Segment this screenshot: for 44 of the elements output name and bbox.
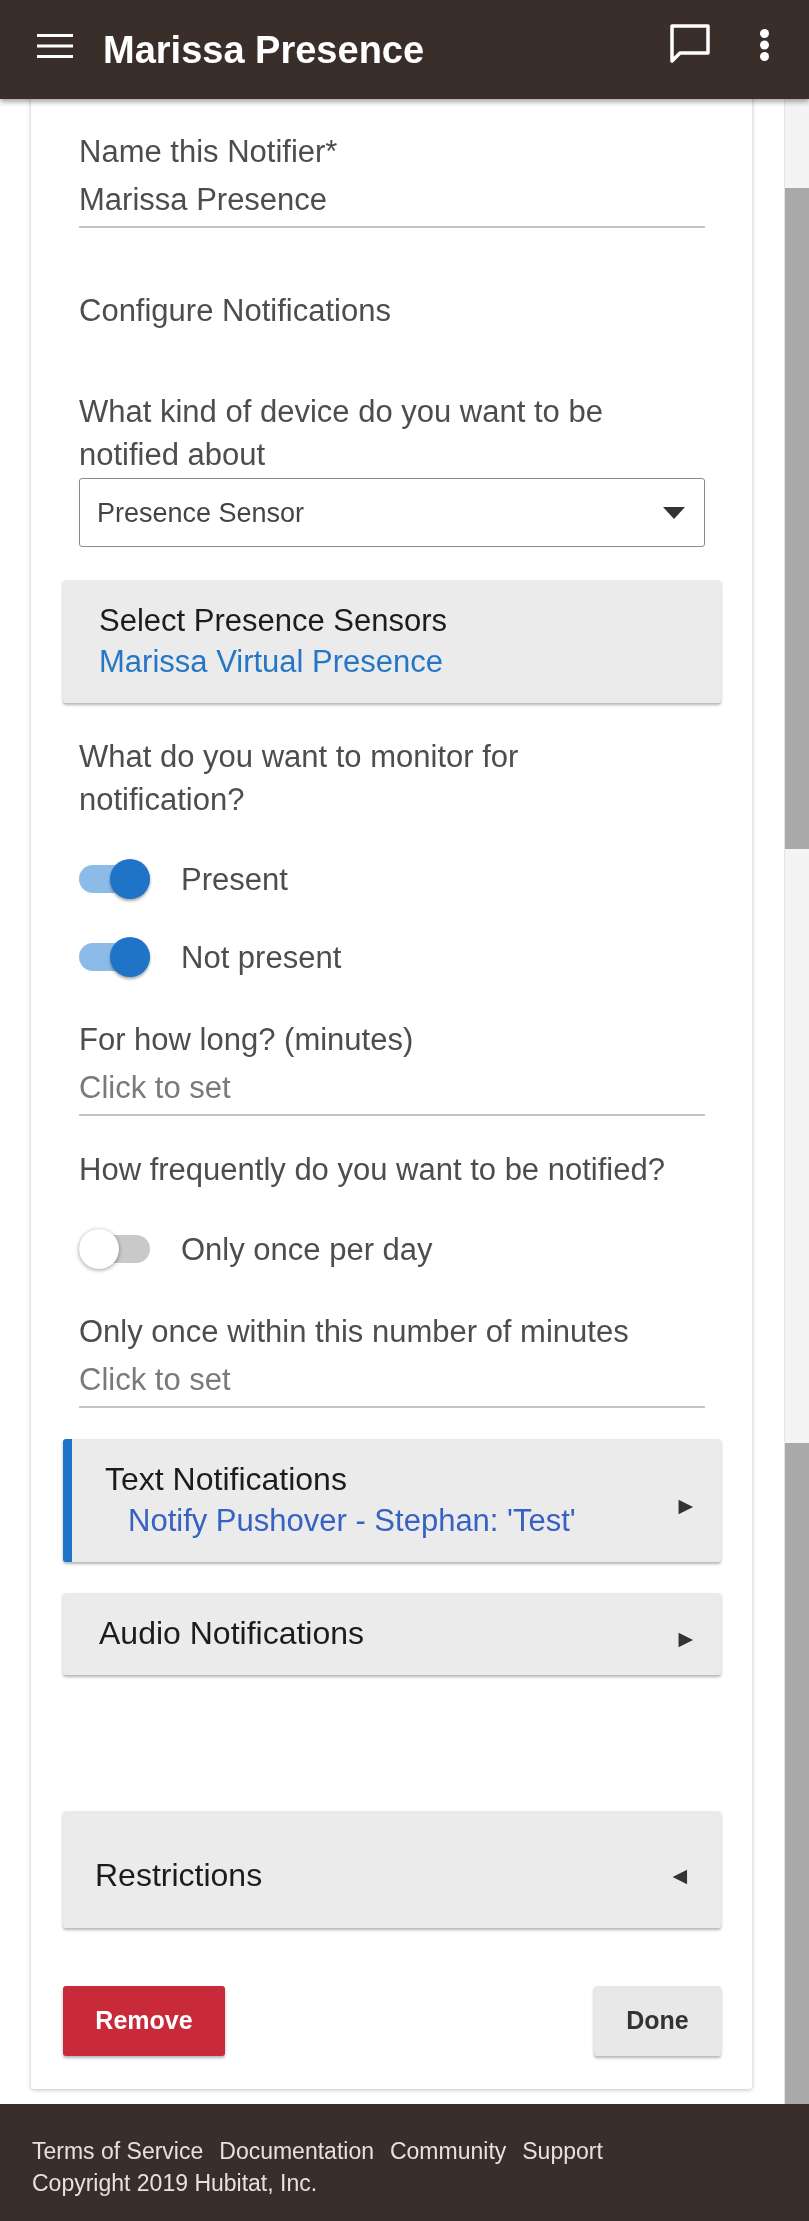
selected-device: Marissa Virtual Presence: [99, 643, 443, 681]
field-label: Name this Notifier*: [79, 133, 339, 171]
picker-title: Select Presence Sensors: [99, 602, 448, 640]
footer-link[interactable]: Support: [522, 2135, 603, 2167]
toggle-switch[interactable]: [79, 1229, 150, 1269]
text-input[interactable]: Marissa Presence: [79, 178, 705, 228]
field-label: For how long? (minutes): [79, 1021, 415, 1059]
question-text: How frequently do you want to be notified?: [79, 1151, 666, 1189]
text-input[interactable]: Click to set: [79, 1358, 705, 1408]
section-card[interactable]: Restrictions ◀: [63, 1811, 721, 1928]
caret-down-icon: [663, 506, 685, 519]
field-label: What kind of device do you want to be notified about: [79, 393, 604, 474]
section-summary: Notify Pushover - Stephan: 'Test': [128, 1502, 576, 1540]
field-label: Only once within this number of minutes: [79, 1313, 630, 1351]
footer-link[interactable]: Documentation: [219, 2135, 374, 2167]
dropdown-select[interactable]: Presence Sensor: [79, 478, 705, 547]
question-text: What do you want to monitor for notification?: [79, 738, 520, 819]
switch-label: Not present: [181, 938, 342, 977]
menu-icon[interactable]: [37, 34, 73, 58]
section-title: Restrictions: [95, 1855, 263, 1895]
more-icon[interactable]: [760, 29, 769, 61]
chat-bubble-icon[interactable]: [670, 24, 710, 63]
section-heading: Configure Notifications: [79, 292, 392, 330]
section-card[interactable]: Audio Notifications ▶: [63, 1593, 721, 1675]
device-picker[interactable]: Select Presence Sensors Marissa Virtual Presence: [63, 580, 721, 703]
section-title: Text Notifications: [105, 1460, 347, 1499]
app-title: Marissa Presence: [103, 30, 425, 69]
scrollbar-thumb[interactable]: [785, 1443, 809, 2104]
copyright-text: Copyright 2019 Hubitat, Inc.: [32, 2169, 318, 2198]
caret-icon: ▶: [678, 1495, 693, 1515]
done-button[interactable]: Done: [594, 1986, 721, 2056]
switch-label: Only once per day: [181, 1230, 433, 1269]
footer-link[interactable]: Community: [389, 2135, 507, 2167]
caret-icon: ◀: [672, 1865, 687, 1885]
switch-label: Present: [181, 860, 288, 899]
toggle-switch[interactable]: [79, 859, 150, 899]
scrollbar-thumb[interactable]: [785, 188, 809, 849]
caret-icon: ▶: [678, 1629, 693, 1648]
footer-link[interactable]: Terms of Service: [32, 2135, 204, 2167]
section-title: Audio Notifications: [99, 1614, 365, 1653]
toggle-switch[interactable]: [79, 937, 150, 977]
remove-button[interactable]: Remove: [63, 1986, 225, 2056]
section-card[interactable]: Text Notifications Notify Pushover - Stephan: 'Test' ▶: [63, 1439, 721, 1562]
text-input[interactable]: Click to set: [79, 1066, 705, 1116]
